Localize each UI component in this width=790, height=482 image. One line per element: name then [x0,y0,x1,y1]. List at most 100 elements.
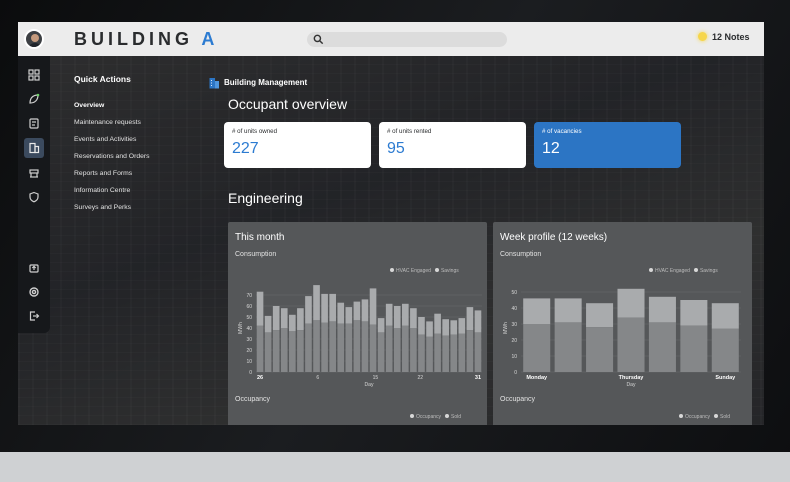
savings-bar [402,303,409,326]
hvac-bar [305,323,312,372]
menu-item-overview[interactable]: Overview [74,101,204,118]
hvac-bar [369,324,377,372]
quick-actions-title: Quick Actions [74,74,131,84]
savings-bar [329,293,336,322]
menu-item-maintenance-requests[interactable]: Maintenance requests [74,118,204,135]
savings-bar [297,308,304,331]
y-tick-label: 60 [246,304,252,310]
hvac-bar [402,325,409,372]
x-tick-label: 6 [316,375,319,381]
savings-bar [450,320,458,335]
hvac-bar [617,317,645,372]
y-tick-label: 0 [514,370,517,376]
units-rented-card[interactable]: # of units rented 95 [379,122,526,168]
search-icon [313,34,324,45]
y-tick-label: 0 [249,370,252,376]
dashboard-icon[interactable] [27,68,41,82]
menu-item-surveys-and-perks[interactable]: Surveys and Perks [74,203,204,220]
app-title: BUILDING A [74,29,219,49]
clipboard-icon[interactable] [27,116,41,130]
y-tick-label: 10 [246,359,252,365]
menu-item-reports-and-forms[interactable]: Reports and Forms [74,169,204,186]
user-avatar[interactable] [24,29,44,49]
savings-bar [617,288,645,318]
hvac-bar [337,323,345,372]
hvac-bar [466,330,474,372]
hvac-bar [554,322,582,372]
units-owned-card[interactable]: # of units owned 227 [224,122,371,168]
savings-bar [256,291,264,326]
hvac-bar [711,328,739,372]
icon-sidebar [18,56,50,333]
hvac-bar [586,327,614,372]
logout-icon[interactable] [27,309,41,323]
shield-icon[interactable] [27,190,41,204]
x-tick-label: 15 [373,375,379,381]
occupant-overview-title: Occupant overview [228,96,348,112]
savings-bar [369,288,377,325]
leaf-icon[interactable] [27,92,41,106]
quick-actions-menu: Quick Actions Overview Maintenance reque… [74,74,204,220]
desk-icon[interactable] [27,166,41,180]
this-month-panel: This month Consumption HVAC Engaged Savin… [228,222,487,425]
hvac-bar [393,328,401,372]
hvac-bar [280,328,288,372]
support-icon[interactable] [27,285,41,299]
savings-bar [418,317,425,335]
savings-bar [289,314,296,332]
x-tick-label: 26 [257,375,263,381]
hvac-bar [353,320,361,372]
savings-bar [442,319,449,336]
savings-bar [280,308,288,328]
section-label: Building Management [224,78,308,88]
savings-bar [434,313,441,334]
hvac-bar [313,320,320,372]
savings-bar [426,321,433,337]
x-axis-label: Day [627,382,636,388]
savings-bar [313,285,320,321]
savings-bar [321,293,328,323]
search-input[interactable] [307,32,507,47]
hvac-bar [329,321,336,372]
savings-bar [711,303,739,329]
hvac-bar [450,334,458,372]
vacancies-card[interactable]: # of vacancies 12 [534,122,681,168]
savings-bar [680,300,708,326]
upload-icon[interactable] [27,261,41,275]
notes-button[interactable]: 12 Notes [698,32,750,42]
building-icon [209,77,219,89]
card-label: # of vacancies [542,128,582,135]
y-axis-label: MWh [503,322,509,334]
savings-bar [377,318,385,333]
card-label: # of units rented [387,128,432,135]
x-tick-label: 22 [417,375,423,381]
section-breadcrumb: Building Management [208,74,308,89]
y-tick-label: 20 [246,348,252,354]
menu-item-information-centre[interactable]: Information Centre [74,186,204,203]
building-icon[interactable] [24,138,44,158]
hvac-bar [256,325,264,372]
hvac-bar [418,334,425,372]
lightbulb-icon [698,32,707,41]
savings-bar [586,303,614,328]
hvac-bar [297,330,304,372]
y-tick-label: 50 [246,315,252,321]
x-tick-label: 31 [475,375,481,381]
savings-bar [385,303,393,326]
hvac-bar [264,332,272,372]
card-value: 12 [542,140,560,157]
engineering-title: Engineering [228,190,303,206]
occupancy-label: Occupancy [235,396,271,403]
savings-bar [410,308,417,328]
card-value: 227 [232,140,259,157]
savings-bar [345,307,353,324]
menu-item-reservations-and-orders[interactable]: Reservations and Orders [74,152,204,169]
week-bar-chart: 0 10 20 30 40 50 MWh Day Monday Thursday Sunday [503,288,741,388]
y-tick-label: 40 [246,326,252,332]
card-value: 95 [387,140,405,157]
occupancy-label: Occupancy [500,396,536,403]
hvac-bar [377,332,385,372]
card-label: # of units owned [232,128,278,135]
menu-item-events-and-activities[interactable]: Events and Activities [74,135,204,152]
hvac-bar [458,333,466,372]
